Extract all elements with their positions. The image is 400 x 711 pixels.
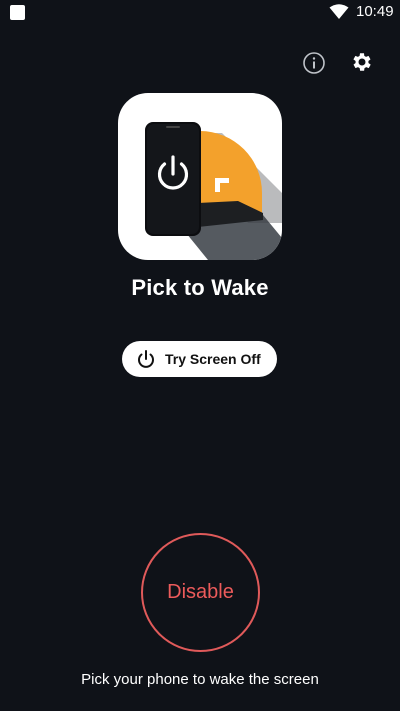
notification-icon [10,5,25,20]
settings-button[interactable] [348,48,376,76]
info-icon [303,52,325,74]
try-screen-off-label: Try Screen Off [165,351,261,367]
info-button[interactable] [300,49,328,77]
phone-power-logo-icon [145,122,282,260]
status-bar: 10:49 [0,0,400,26]
app-logo [118,93,282,260]
app-title: Pick to Wake [131,275,269,300]
disable-label: Disable [167,581,234,603]
status-time: 10:49 [356,3,394,20]
gear-icon [353,53,371,71]
disable-button[interactable]: Disable [141,533,260,652]
app-screen: 10:49 Pick to Wake Try Screen Off Disabl… [0,0,400,711]
try-screen-off-button[interactable]: Try Screen Off [122,341,277,377]
power-icon [138,350,154,368]
wifi-icon [329,4,349,19]
footer-hint: Pick your phone to wake the screen [81,671,319,688]
